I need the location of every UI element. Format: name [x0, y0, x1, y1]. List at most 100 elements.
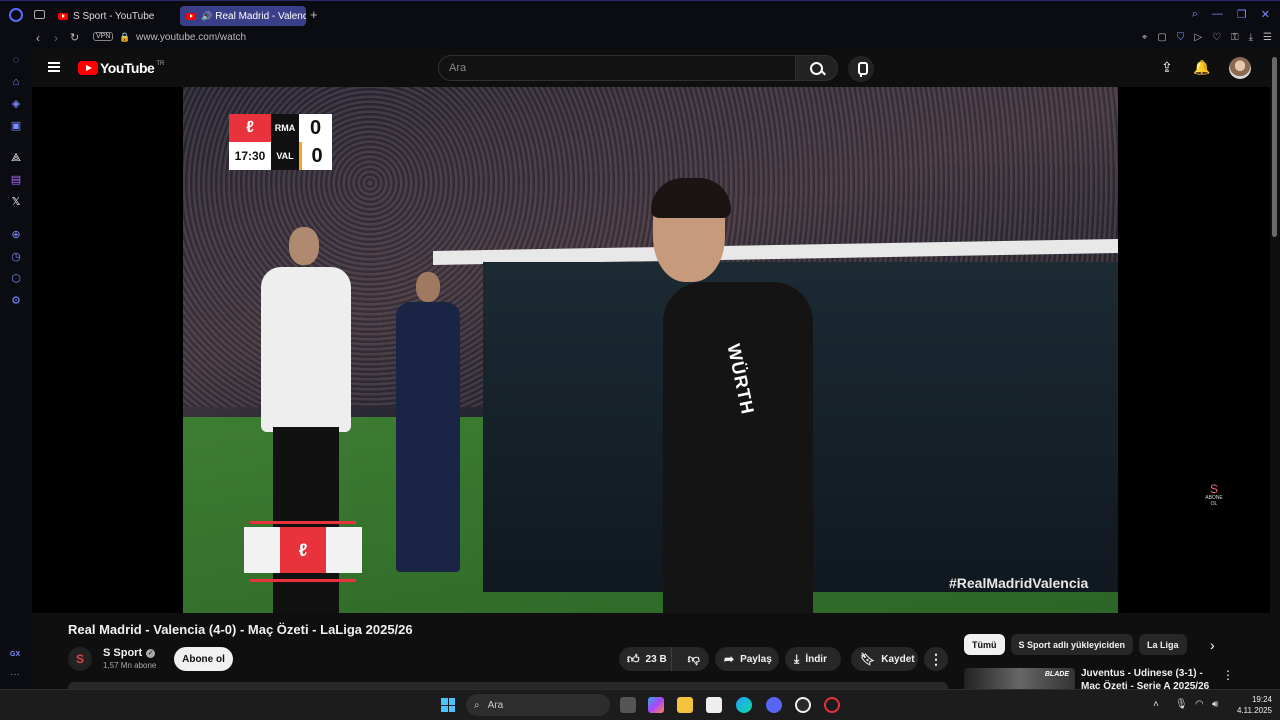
address-bar: ‹ › ↻ VPN 🔒 www.youtube.com/watch ⌖ ▢ ⛉ … — [0, 29, 1280, 49]
task-view-icon[interactable] — [620, 697, 636, 713]
video-player[interactable]: WÜRTH ℓ 17:30 RMA VAL 0 0 ℓ #RealMadridV… — [32, 87, 1270, 613]
laliga-logo-icon: ℓ — [229, 114, 271, 142]
search-input[interactable] — [439, 56, 795, 80]
verified-icon: ✓ — [146, 648, 156, 658]
channel-name[interactable]: S Sport ✓ — [103, 647, 156, 659]
youtube-logo[interactable]: YouTube TR — [78, 60, 164, 76]
notifications-icon[interactable]: 🔔 — [1193, 59, 1210, 76]
recommended-thumbnail[interactable]: BLADE — [964, 668, 1075, 690]
browser-tab-bar: S Sport - YouTube 🔊 Real Madrid - Valenc… — [0, 0, 1280, 29]
more-actions-button[interactable]: ⋮ — [924, 647, 948, 671]
tray-chevron-icon[interactable]: ˄ — [1153, 699, 1159, 710]
history-icon[interactable]: ◷ — [10, 251, 22, 263]
snapshot-icon[interactable]: ▢ — [1157, 32, 1166, 43]
tab-islands-icon[interactable] — [34, 10, 45, 19]
add-icon[interactable]: ⊕ — [10, 229, 22, 241]
recommended-title[interactable]: Juventus - Udinese (3-1) - Maç Özeti - S… — [1081, 667, 1216, 689]
more-icon[interactable]: ··· — [10, 669, 20, 680]
laliga-bug-line — [250, 521, 356, 524]
back-icon[interactable]: ‹ — [36, 31, 40, 45]
youtube-favicon-icon — [58, 12, 68, 20]
system-clock[interactable]: 19:24 4.11.2025 — [1226, 694, 1272, 716]
recommendation-menu-icon[interactable]: ⋮ — [1222, 668, 1234, 682]
new-tab-button[interactable]: + — [310, 7, 318, 22]
download-button[interactable]: ⤓ İndir — [785, 647, 841, 671]
page-scrollbar[interactable] — [1270, 49, 1280, 689]
aria-icon[interactable]: ◌ — [10, 54, 22, 66]
chip-la-liga[interactable]: La Liga — [1139, 634, 1187, 655]
voice-search-button[interactable] — [848, 56, 874, 82]
steam-icon[interactable] — [795, 697, 811, 713]
upload-icon[interactable]: ⇪ — [1161, 59, 1173, 76]
subscriber-count: 1,57 Mn abone — [103, 661, 157, 670]
edge-icon[interactable] — [736, 697, 752, 713]
search-tabs-icon[interactable]: ⌕ — [1192, 8, 1198, 21]
messenger-icon[interactable]: ▣ — [10, 120, 22, 132]
menu-icon[interactable]: ☰ — [1263, 32, 1272, 43]
extensions-icon[interactable]: ⬡ — [10, 273, 22, 285]
reload-icon[interactable]: ↻ — [70, 31, 79, 44]
settings-icon[interactable]: ⚙ — [10, 295, 22, 307]
like-dislike-group: 👍︎ 23 B 👎︎ — [619, 647, 709, 671]
dislike-button[interactable]: 👎︎ — [678, 647, 709, 671]
chevron-right-icon[interactable]: › — [1210, 637, 1215, 653]
like-button[interactable]: 👍︎ 23 B — [619, 647, 673, 671]
share-button[interactable]: ➦ Paylaş — [715, 647, 779, 671]
tab-real-madrid-valencia[interactable]: 🔊 Real Madrid - Valencia — [180, 6, 306, 26]
maximize-icon[interactable]: ❐ — [1237, 8, 1247, 21]
gx-control-icon[interactable]: GX — [10, 651, 20, 658]
volume-icon[interactable]: 🔊︎ — [1212, 699, 1218, 710]
forward-icon[interactable]: › — [54, 31, 58, 45]
chip-all[interactable]: Tümü — [964, 634, 1005, 655]
lock-icon[interactable]: 🔒 — [119, 32, 130, 43]
player-icon[interactable]: ▷ — [1194, 32, 1202, 43]
scroll-thumb[interactable] — [1272, 57, 1277, 237]
store-icon[interactable] — [706, 697, 722, 713]
pin-icon[interactable]: ⌖ — [1142, 32, 1148, 43]
minimize-icon[interactable]: — — [1212, 8, 1223, 21]
x-twitter-icon[interactable]: 𝕏 — [10, 196, 22, 208]
flow-icon[interactable]: ⌂ — [10, 76, 22, 88]
heart-icon[interactable]: ♡ — [1212, 32, 1221, 43]
taskbar-search[interactable]: ⌕ Ara — [466, 694, 610, 716]
staff-figure — [388, 272, 468, 572]
laliga-bug-line — [250, 579, 356, 582]
video-frame[interactable]: WÜRTH ℓ 17:30 RMA VAL 0 0 ℓ #RealMadridV… — [183, 87, 1118, 613]
chip-from-uploader[interactable]: S Sport adlı yükleyiciden — [1010, 634, 1134, 655]
subscribe-watermark[interactable]: S ABONE OL — [1203, 483, 1225, 507]
file-explorer-icon[interactable] — [677, 697, 693, 713]
microphone-icon[interactable]: 🎙︎ — [1175, 699, 1188, 710]
save-button[interactable]: 🔖︎ Kaydet — [851, 647, 918, 671]
discord-icon[interactable] — [766, 697, 782, 713]
close-icon[interactable]: ✕ — [1261, 8, 1270, 21]
user-avatar[interactable] — [1229, 57, 1251, 79]
thumbs-up-icon: 👍︎ — [627, 651, 640, 666]
scoreboard: ℓ 17:30 RMA VAL 0 0 — [229, 114, 332, 170]
opera-gx-icon[interactable] — [824, 697, 840, 713]
speaker-icon[interactable]: 🔊 — [201, 11, 212, 22]
video-title: Real Madrid - Valencia (4-0) - Maç Özeti… — [68, 622, 413, 637]
laliga-logo-icon: ℓ — [280, 527, 326, 573]
youtube-favicon-icon — [186, 12, 196, 20]
tab-s-sport-youtube[interactable]: S Sport - YouTube — [52, 6, 174, 26]
channel-avatar[interactable]: S — [68, 647, 92, 671]
vpn-badge[interactable]: VPN — [93, 32, 114, 41]
subscribe-button[interactable]: Abone ol — [174, 647, 233, 671]
app-icon[interactable]: ⟁ — [10, 152, 22, 164]
wallet-sidebar-icon[interactable]: ◈ — [10, 98, 22, 110]
twitch-icon[interactable]: ▤ — [10, 174, 22, 186]
wallet-icon[interactable]: ⚿ — [1231, 32, 1239, 43]
download-icon[interactable]: ⤓ — [1249, 32, 1253, 43]
search-box — [438, 55, 796, 81]
copilot-icon[interactable] — [648, 697, 664, 713]
referee-figure: WÜRTH — [613, 178, 873, 613]
guide-menu-icon[interactable] — [48, 62, 60, 72]
search-button[interactable] — [796, 55, 838, 81]
url-field[interactable]: www.youtube.com/watch — [136, 32, 246, 43]
tab-label: S Sport - YouTube — [73, 10, 155, 22]
wifi-icon[interactable]: ◠ — [1195, 699, 1204, 710]
opera-logo-icon[interactable] — [9, 8, 23, 22]
shield-icon[interactable]: ⛉ — [1177, 32, 1185, 43]
windows-taskbar: ⌕ Ara ˄ 🎙︎ ◠ 🔊︎ 19:24 4.11.2025 — [0, 689, 1280, 720]
windows-start-icon[interactable] — [441, 698, 455, 712]
